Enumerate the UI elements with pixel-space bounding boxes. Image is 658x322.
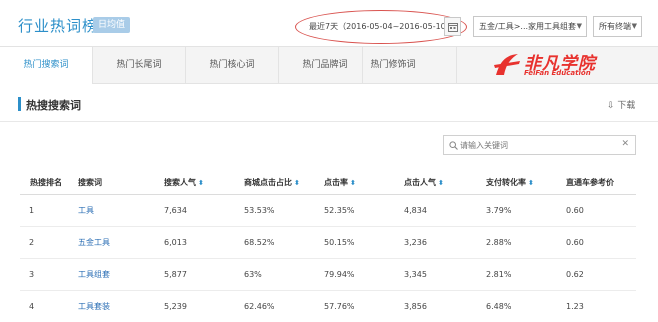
cell-mall-ratio: 68.52% (244, 238, 275, 247)
cell-ref-price: 0.60 (566, 206, 584, 215)
feifan-logo: 非凡学院 FeiFan Education (490, 49, 600, 81)
cell-popularity: 5,877 (164, 270, 187, 279)
tab-core[interactable]: 热门核心词 (186, 47, 278, 84)
cell-mall-ratio: 53.53% (244, 206, 275, 215)
download-label: 下载 (617, 101, 636, 111)
page-header: 行业热词榜 日均值 最近7天（2016-05-04~2016-05-10） 五金… (0, 0, 658, 46)
cell-ctr: 57.76% (324, 302, 355, 311)
cell-ctr: 50.15% (324, 238, 355, 247)
feifan-logo-icon (494, 54, 520, 75)
table-row: 2 五金工具 6,013 68.52% 50.15% 3,236 2.88% 0… (20, 227, 636, 259)
logo-text-en: FeiFan Education (524, 69, 591, 77)
col-header-click-popularity[interactable]: 点击人气 ⬍ (404, 171, 444, 194)
section-divider (0, 121, 658, 122)
keyword-search-box[interactable]: ✕ (443, 135, 636, 155)
table-row: 4 工具套装 5,239 62.46% 57.76% 3,856 6.48% 1… (20, 291, 636, 322)
daily-average-badge: 日均值 (93, 17, 131, 33)
cell-conversion: 3.79% (486, 206, 512, 215)
search-icon (449, 141, 458, 150)
cell-ctr: 79.94% (324, 270, 355, 279)
cell-keyword-link[interactable]: 工具 (78, 195, 94, 226)
cell-click-popularity: 3,856 (404, 302, 427, 311)
cell-popularity: 6,013 (164, 238, 187, 247)
cell-keyword-link[interactable]: 工具组套 (78, 259, 110, 290)
cell-rank: 2 (29, 238, 35, 247)
tab-hot-search[interactable]: 热门搜索词 (0, 47, 92, 85)
table-header-row: 热搜排名 搜索词 搜索人气 ⬍ 商城点击占比 ⬍ 点击率 ⬍ 点击人气 ⬍ 支付转化率 ⬍… (20, 171, 636, 195)
cell-mall-ratio: 63% (244, 270, 262, 279)
table-row: 1 工具 7,634 53.53% 52.35% 4,834 3.79% 0.6… (20, 195, 636, 227)
cell-keyword-link[interactable]: 五金工具 (78, 227, 110, 258)
clear-icon[interactable]: ✕ (621, 139, 629, 149)
col-header-conversion[interactable]: 支付转化率 ⬍ (486, 171, 534, 194)
col-header-rank: 热搜排名 (30, 178, 62, 187)
sort-icon[interactable]: ⬍ (198, 179, 204, 187)
category-select-value: 五金/工具>...家用工具组套 (479, 22, 577, 31)
cell-popularity: 7,634 (164, 206, 187, 215)
section-title: 热搜搜索词 (26, 99, 81, 112)
col-header-ctr[interactable]: 点击率 ⬍ (324, 171, 356, 194)
tab-modifier[interactable]: 热门修饰词 (347, 47, 439, 84)
sort-icon[interactable]: ⬍ (294, 179, 300, 187)
col-header-mall-ratio[interactable]: 商城点击占比 ⬍ (244, 171, 300, 194)
sort-icon[interactable]: ⬍ (438, 179, 444, 187)
tab-divider (456, 47, 457, 84)
col-header-keyword: 搜索词 (78, 178, 102, 187)
terminal-select[interactable]: 所有终端 ▼ (593, 16, 642, 37)
cell-ref-price: 1.23 (566, 302, 584, 311)
calendar-icon (448, 23, 458, 32)
chevron-down-icon: ▼ (631, 22, 637, 30)
hot-search-section: 热搜搜索词 ⇩ 下载 ✕ 热搜排名 搜索词 搜索人气⬍ 商城点击占比⬍ 点击率⬍… (0, 84, 658, 322)
search-input[interactable] (460, 138, 615, 152)
cell-popularity: 5,239 (164, 302, 187, 311)
date-range-label[interactable]: 最近7天（2016-05-04~2016-05-10） (309, 17, 445, 36)
col-header-popularity[interactable]: 搜索人气 ⬍ (164, 171, 204, 194)
category-select[interactable]: 五金/工具>...家用工具组套 ▼ (473, 16, 587, 37)
cell-conversion: 6.48% (486, 302, 512, 311)
cell-conversion: 2.81% (486, 270, 512, 279)
cell-keyword-link[interactable]: 工具套装 (78, 291, 110, 322)
download-button[interactable]: ⇩ 下载 (607, 98, 635, 111)
terminal-select-value: 所有终端 (599, 22, 631, 31)
download-icon: ⇩ (607, 101, 615, 111)
cell-conversion: 2.88% (486, 238, 512, 247)
cell-rank: 3 (29, 270, 35, 279)
cell-rank: 1 (29, 206, 35, 215)
cell-rank: 4 (29, 302, 35, 311)
chevron-down-icon: ▼ (576, 22, 582, 30)
cell-click-popularity: 3,345 (404, 270, 427, 279)
cell-ctr: 52.35% (324, 206, 355, 215)
col-header-ref-price: 直通车参考价 (566, 178, 614, 187)
page-title: 行业热词榜 (18, 17, 99, 35)
cell-click-popularity: 4,834 (404, 206, 427, 215)
cell-mall-ratio: 62.46% (244, 302, 275, 311)
cell-ref-price: 0.62 (566, 270, 584, 279)
table-row: 3 工具组套 5,877 63% 79.94% 3,345 2.81% 0.62 (20, 259, 636, 291)
section-accent-bar (18, 97, 21, 111)
cell-ref-price: 0.60 (566, 238, 584, 247)
sort-icon[interactable]: ⬍ (350, 179, 356, 187)
sort-icon[interactable]: ⬍ (528, 179, 534, 187)
cell-click-popularity: 3,236 (404, 238, 427, 247)
calendar-button[interactable] (444, 17, 461, 36)
tab-long-tail[interactable]: 热门长尾词 (93, 47, 185, 84)
